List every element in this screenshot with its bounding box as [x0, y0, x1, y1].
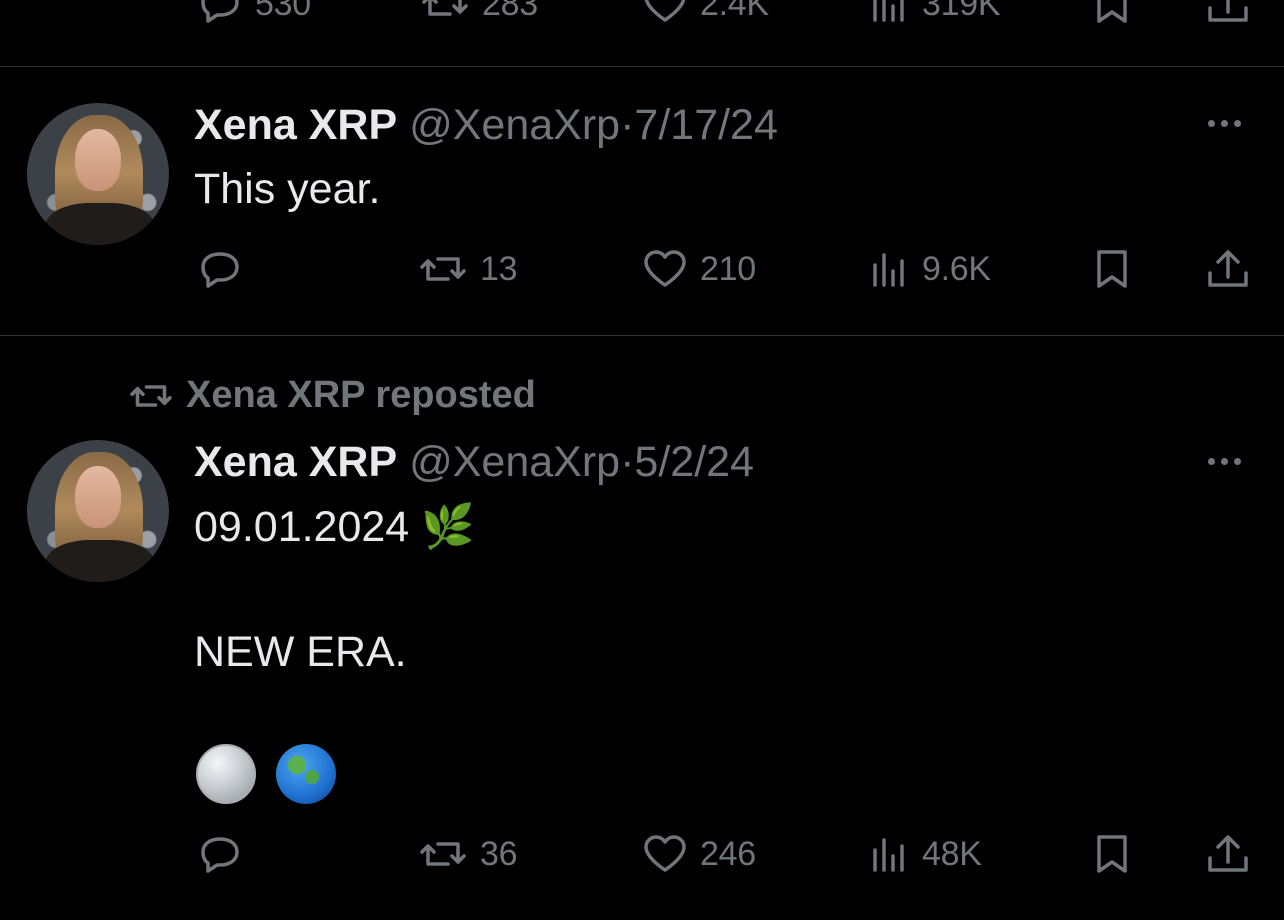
share-icon	[1208, 835, 1248, 872]
heart-icon	[644, 0, 686, 22]
avatar[interactable]	[27, 440, 169, 582]
repost-button[interactable]: 13	[418, 249, 518, 289]
tweet-date[interactable]: 7/17/24	[634, 101, 777, 149]
like-count: 246	[700, 834, 756, 873]
repost-count: 283	[482, 0, 538, 23]
globe-emoji	[276, 744, 336, 804]
repost-button[interactable]: 283	[420, 0, 538, 24]
heart-icon	[644, 835, 686, 872]
share-button[interactable]	[1206, 0, 1250, 24]
reply-icon	[201, 252, 239, 288]
tweet-text-line-1: 09.01.2024 🌿	[194, 503, 475, 551]
bookmark-button[interactable]	[1094, 0, 1130, 24]
more-options-icon[interactable]	[1208, 458, 1241, 465]
bookmark-icon	[1097, 250, 1127, 288]
author-handle[interactable]: @XenaXrp	[409, 101, 620, 149]
views-button[interactable]: 9.6K	[870, 249, 991, 289]
views-count: 9.6K	[922, 249, 991, 288]
views-icon	[873, 253, 904, 287]
views-icon	[873, 0, 904, 22]
views-icon	[873, 838, 904, 872]
repost-icon	[422, 0, 468, 16]
tweet-date[interactable]: 5/2/24	[634, 438, 754, 486]
reply-icon	[201, 0, 239, 23]
views-count: 48K	[922, 834, 982, 873]
repost-count: 13	[480, 249, 518, 288]
avatar[interactable]	[27, 103, 169, 245]
coin-emoji	[196, 744, 256, 804]
repost-button[interactable]: 36	[418, 834, 518, 874]
tweet-actions: 36 246 48K	[0, 834, 1284, 874]
like-button[interactable]: 246	[642, 834, 756, 874]
reply-count: 530	[255, 0, 311, 23]
share-icon	[1208, 250, 1248, 287]
more-options-icon[interactable]	[1208, 120, 1241, 127]
share-button[interactable]	[1206, 834, 1250, 874]
reply-icon	[201, 837, 239, 873]
views-button[interactable]: 48K	[870, 834, 982, 874]
tweet-header: Xena XRP @XenaXrp·5/2/24	[194, 438, 754, 487]
separator: ·	[620, 438, 635, 486]
author-name[interactable]: Xena XRP	[194, 438, 397, 486]
bookmark-button[interactable]	[1094, 834, 1130, 874]
author-handle[interactable]: @XenaXrp	[409, 438, 620, 486]
like-count: 210	[700, 249, 756, 288]
tweet-text: This year.	[194, 165, 381, 213]
repost-icon	[420, 842, 466, 866]
reply-button[interactable]	[197, 249, 243, 289]
views-count: 319K	[922, 0, 1001, 23]
bookmark-button[interactable]	[1094, 249, 1130, 289]
separator: ·	[620, 101, 635, 149]
heart-icon	[644, 250, 686, 287]
share-icon	[1208, 0, 1248, 22]
share-button[interactable]	[1206, 249, 1250, 289]
repost-count: 36	[480, 834, 518, 873]
author-name[interactable]: Xena XRP	[194, 101, 397, 149]
tweet-text-line-2: NEW ERA.	[194, 628, 407, 676]
views-button[interactable]: 319K	[870, 0, 1001, 24]
like-button[interactable]: 2.4K	[642, 0, 769, 24]
reply-button[interactable]	[197, 834, 243, 874]
tweet[interactable]: Xena XRP @XenaXrp·5/2/24 09.01.2024 🌿 NE…	[0, 336, 1284, 920]
tweet[interactable]: Xena XRP @XenaXrp·7/17/24 This year. 13 …	[0, 67, 1284, 335]
like-button[interactable]: 210	[642, 249, 756, 289]
repost-icon	[420, 257, 466, 281]
previous-tweet-actions: 530 283 2.4K 319K	[0, 0, 1284, 66]
like-count: 2.4K	[700, 0, 769, 23]
reply-button[interactable]: 530	[197, 0, 311, 24]
bookmark-icon	[1097, 0, 1127, 23]
tweet-header: Xena XRP @XenaXrp·7/17/24	[194, 101, 778, 150]
bookmark-icon	[1097, 835, 1127, 873]
